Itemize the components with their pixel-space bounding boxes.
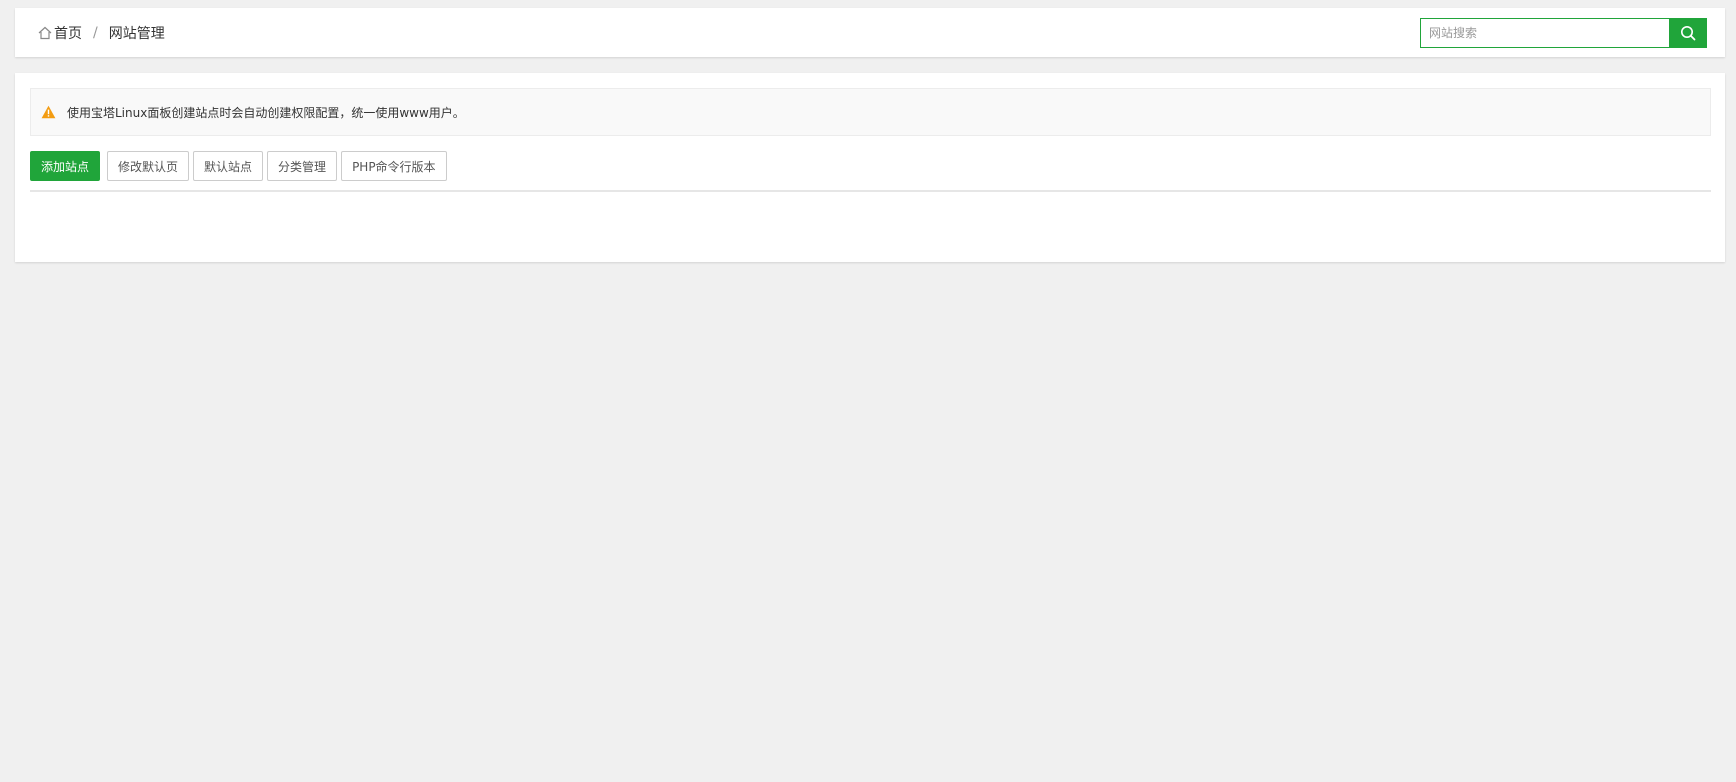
search-input[interactable]	[1420, 18, 1669, 48]
main-panel: 使用宝塔Linux面板创建站点时会自动创建权限配置，统一使用www用户。 添加站…	[15, 73, 1725, 262]
toolbar: 添加站点 修改默认页 默认站点 分类管理 PHP命令行版本	[30, 151, 447, 181]
notice-banner: 使用宝塔Linux面板创建站点时会自动创建权限配置，统一使用www用户。	[30, 88, 1711, 136]
add-site-button[interactable]: 添加站点	[30, 151, 101, 181]
top-bar: 首页 / 网站管理	[15, 8, 1725, 57]
table-divider	[30, 190, 1711, 192]
edit-default-page-button[interactable]: 修改默认页	[107, 151, 190, 181]
php-cli-version-button[interactable]: PHP命令行版本	[341, 151, 447, 181]
breadcrumb-current: 网站管理	[108, 25, 165, 42]
breadcrumb: 首页 / 网站管理	[37, 8, 165, 57]
search-button[interactable]	[1669, 18, 1707, 48]
search-box	[1420, 18, 1707, 48]
search-icon	[1680, 25, 1696, 41]
default-site-button[interactable]: 默认站点	[193, 151, 264, 181]
home-icon[interactable]	[37, 25, 53, 41]
breadcrumb-separator: /	[93, 24, 98, 41]
warning-icon	[41, 105, 56, 119]
category-manage-button[interactable]: 分类管理	[267, 151, 338, 181]
breadcrumb-home[interactable]: 首页	[54, 23, 82, 43]
notice-text: 使用宝塔Linux面板创建站点时会自动创建权限配置，统一使用www用户。	[67, 105, 465, 120]
